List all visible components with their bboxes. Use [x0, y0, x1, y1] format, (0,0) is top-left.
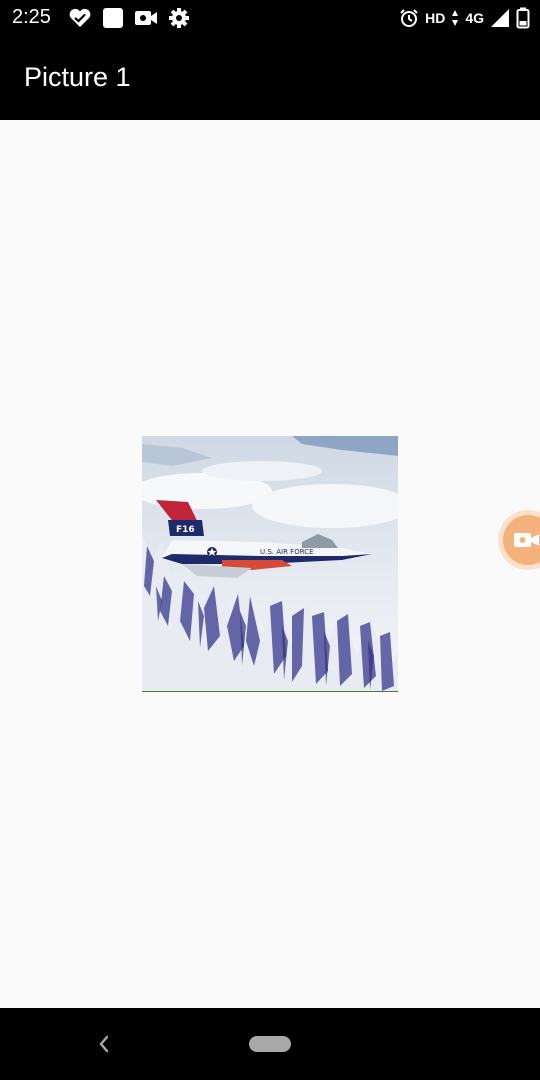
square-app-icon — [102, 7, 124, 29]
page-title: Picture 1 — [24, 62, 131, 92]
network-hd-label: HD — [425, 10, 446, 26]
home-pill-icon[interactable] — [249, 1036, 291, 1052]
status-bar: 2:25 HD 4G — [0, 0, 540, 36]
navigation-bar — [0, 1008, 540, 1080]
status-system-icons: HD 4G — [399, 5, 530, 31]
alarm-icon — [399, 8, 419, 28]
fuselage-lettering: U.S. AIR FORCE — [260, 548, 314, 556]
back-icon[interactable] — [96, 1034, 112, 1054]
heart-check-icon — [68, 8, 92, 28]
app-bar: Picture 1 — [0, 36, 540, 120]
video-camera-icon — [134, 8, 158, 28]
tail-lettering: F16 — [176, 525, 195, 535]
video-camera-icon — [513, 529, 540, 551]
status-notification-icons — [68, 5, 190, 31]
fighter-jet-photo[interactable]: U.S. AIR FORCE F16 — [142, 436, 398, 692]
settings-gear-icon — [168, 7, 190, 29]
signal-icon — [490, 8, 510, 28]
network-4g-label: 4G — [465, 10, 484, 26]
status-time: 2:25 — [12, 6, 51, 28]
floating-record-button[interactable] — [503, 515, 540, 565]
picture-viewer: U.S. AIR FORCE F16 — [0, 120, 540, 1008]
data-arrows-icon — [451, 9, 459, 27]
battery-icon — [516, 7, 530, 29]
